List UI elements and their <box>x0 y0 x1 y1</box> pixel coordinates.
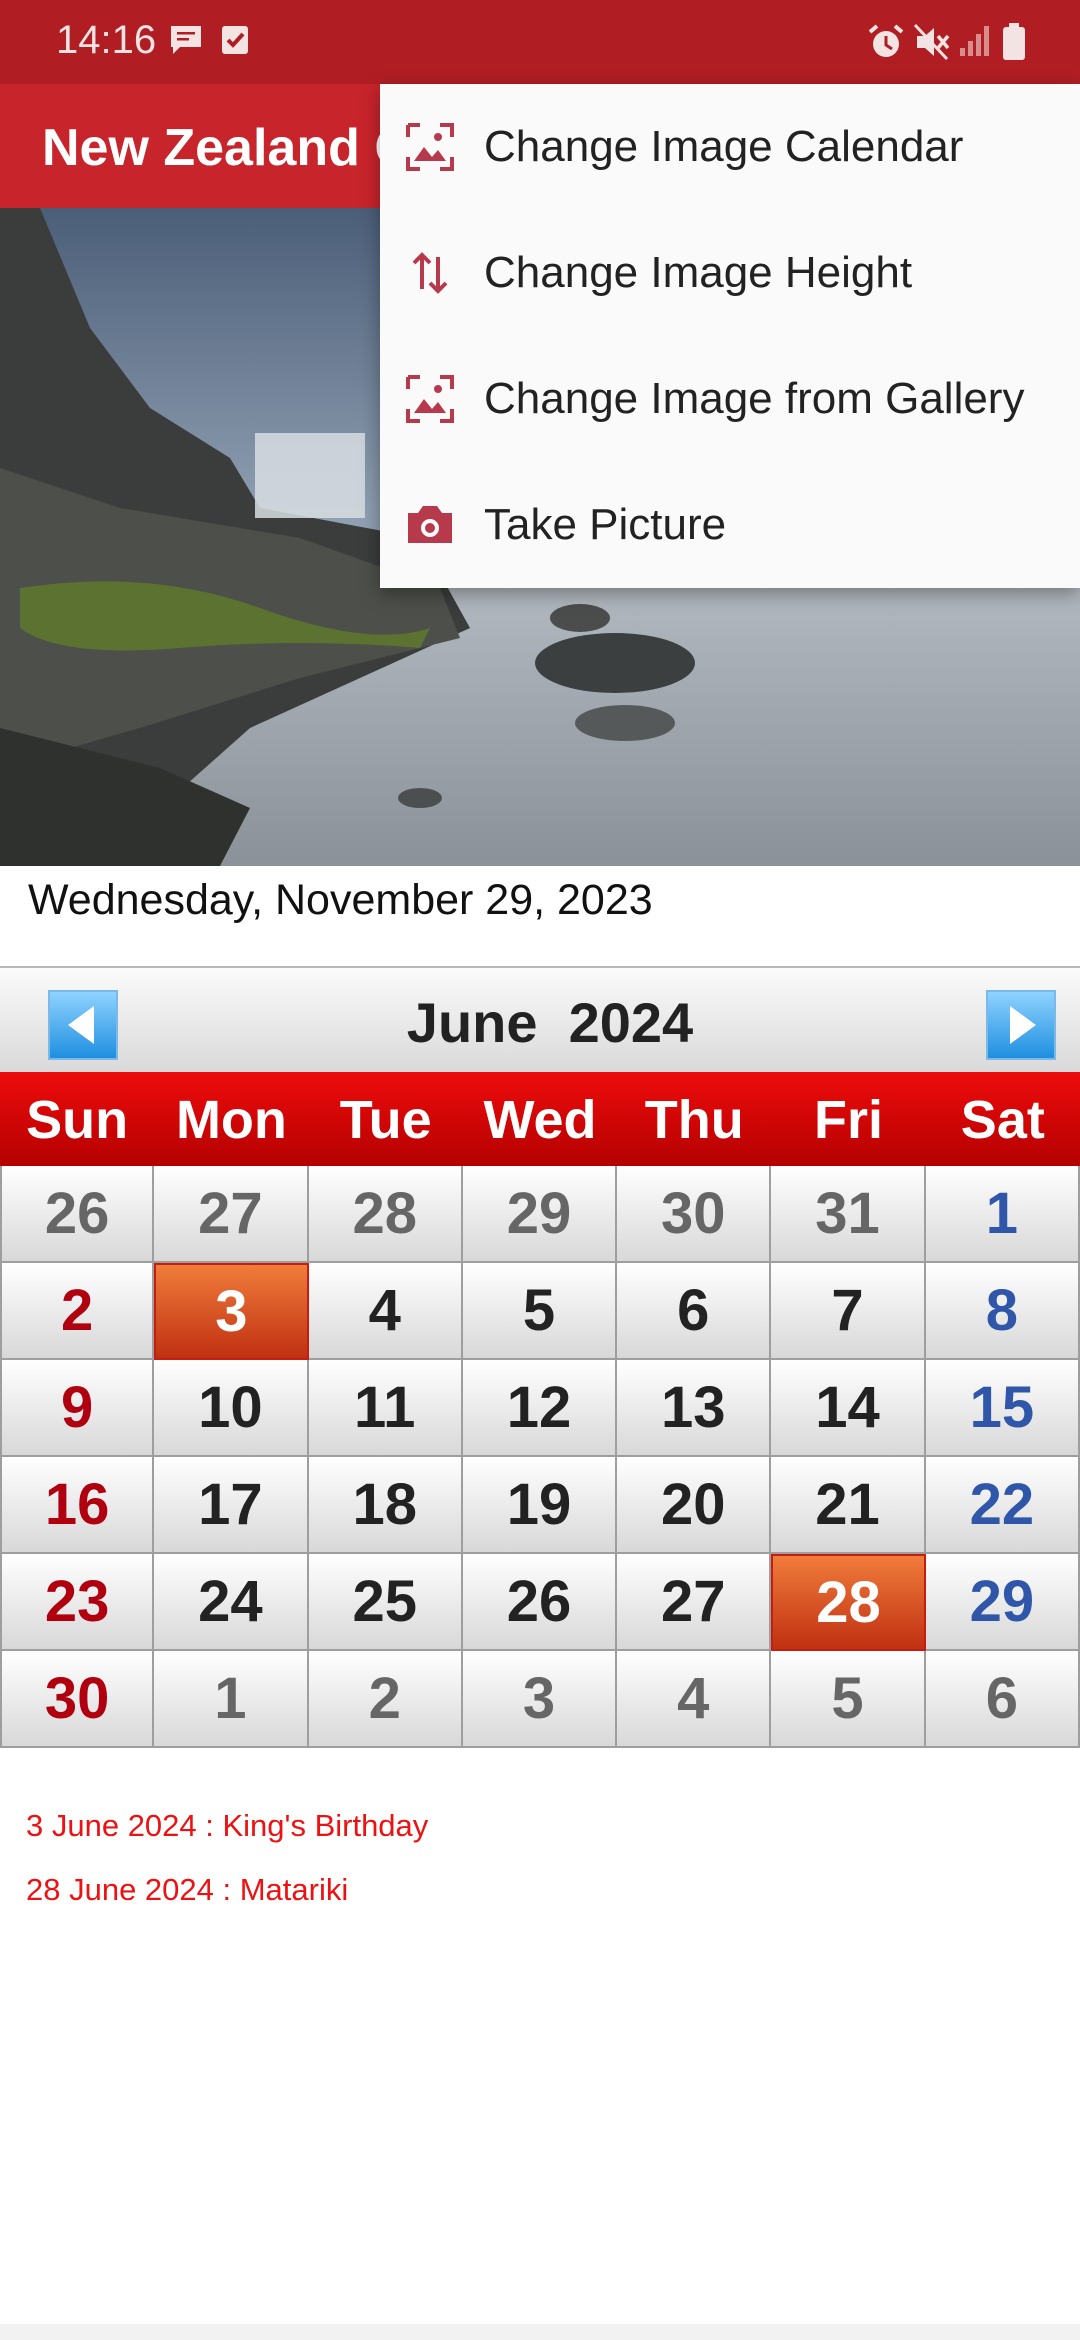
menu-item-label: Take Picture <box>484 500 727 549</box>
weekday-thu: Thu <box>644 1090 744 1150</box>
calendar-day[interactable]: 16 <box>0 1457 155 1554</box>
month-calendar: June 2024 Sun Mon Tue Wed Thu Fri Sat 26… <box>0 966 1080 1755</box>
calendar-day-holiday[interactable]: 28 <box>771 1554 926 1651</box>
calendar-day[interactable]: 21 <box>771 1457 926 1554</box>
menu-item-change-image-from-gallery[interactable]: Change Image from Gallery <box>380 336 1080 462</box>
calendar-day[interactable]: 5 <box>462 1263 618 1360</box>
overflow-menu: Change Image Calendar Change Image Heigh… <box>380 84 1080 588</box>
weekday-header-row: Sun Mon Tue Wed Thu Fri Sat <box>0 1072 1080 1168</box>
calendar-day[interactable]: 12 <box>462 1360 618 1457</box>
status-time: 14:16 <box>56 18 157 62</box>
holiday-event[interactable]: 3 June 2024 : King's Birthday <box>26 1808 428 1844</box>
calendar-day[interactable]: 6 <box>925 1651 1080 1748</box>
calendar-day[interactable]: 5 <box>771 1651 926 1748</box>
calendar-day[interactable]: 11 <box>308 1360 463 1457</box>
alarm-icon <box>868 24 904 57</box>
calendar-day[interactable]: 19 <box>462 1457 618 1554</box>
message-icon <box>171 26 201 54</box>
calendar-day[interactable]: 26 <box>0 1166 155 1263</box>
calendar-day[interactable]: 2 <box>308 1651 463 1748</box>
calendar-day[interactable]: 23 <box>0 1554 155 1651</box>
calendar-day[interactable]: 28 <box>308 1166 463 1263</box>
navigation-bar <box>0 2324 1080 2340</box>
menu-item-change-image-height[interactable]: Change Image Height <box>380 210 1080 336</box>
month-title: June 2024 <box>406 991 694 1054</box>
calendar-day[interactable]: 10 <box>154 1360 309 1457</box>
calendar-day[interactable]: 30 <box>617 1166 772 1263</box>
calendar-header: June 2024 <box>0 966 1080 1074</box>
calendar-day-holiday[interactable]: 3 <box>154 1263 309 1360</box>
calendar-day-grid: 26 27 28 29 30 31 1 2 3 4 5 6 7 8 9 10 11 12 13 14 15 16 17 18 1… <box>0 1166 1080 1748</box>
calendar-day[interactable]: 29 <box>462 1166 618 1263</box>
calendar-day[interactable]: 20 <box>617 1457 772 1554</box>
weekday-fri: Fri <box>814 1090 884 1150</box>
menu-item-label: Change Image Calendar <box>484 122 964 171</box>
calendar-day[interactable]: 26 <box>462 1554 618 1651</box>
swap-vertical-icon <box>412 252 448 294</box>
calendar-day[interactable]: 1 <box>925 1166 1080 1263</box>
calendar-day[interactable]: 24 <box>154 1554 309 1651</box>
calendar-day[interactable]: 29 <box>925 1554 1080 1651</box>
calendar-day[interactable]: 22 <box>925 1457 1080 1554</box>
weekday-sat: Sat <box>960 1090 1045 1150</box>
calendar-day[interactable]: 7 <box>771 1263 926 1360</box>
calendar-day[interactable]: 2 <box>0 1263 155 1360</box>
calendar-day[interactable]: 31 <box>771 1166 926 1263</box>
weekday-sun: Sun <box>26 1090 129 1150</box>
battery-icon <box>1003 23 1025 60</box>
checkbox-notification-icon <box>222 26 248 54</box>
calendar-day[interactable]: 13 <box>617 1360 772 1457</box>
calendar-day[interactable]: 27 <box>617 1554 772 1651</box>
status-bar: 14:16 <box>0 0 1080 84</box>
weekday-wed: Wed <box>483 1090 597 1150</box>
holiday-event[interactable]: 28 June 2024 : Matariki <box>26 1872 428 1908</box>
menu-item-take-picture[interactable]: Take Picture <box>380 462 1080 588</box>
calendar-day[interactable]: 4 <box>308 1263 463 1360</box>
camera-icon <box>408 506 452 543</box>
calendar-day[interactable]: 8 <box>925 1263 1080 1360</box>
calendar-day[interactable]: 25 <box>308 1554 463 1651</box>
calendar-day[interactable]: 15 <box>925 1360 1080 1457</box>
weekday-tue: Tue <box>339 1090 432 1150</box>
mute-icon <box>913 23 950 61</box>
image-icon <box>406 123 454 171</box>
menu-item-change-image-calendar[interactable]: Change Image Calendar <box>380 84 1080 210</box>
gallery-image-icon <box>406 375 454 423</box>
next-month-button[interactable] <box>986 990 1056 1060</box>
menu-item-label: Change Image Height <box>484 248 913 297</box>
calendar-day[interactable]: 14 <box>771 1360 926 1457</box>
calendar-day[interactable]: 4 <box>617 1651 772 1748</box>
calendar-day[interactable]: 9 <box>0 1360 155 1457</box>
calendar-day[interactable]: 30 <box>0 1651 155 1748</box>
calendar-day[interactable]: 18 <box>308 1457 463 1554</box>
holiday-list: 3 June 2024 : King's Birthday 28 June 20… <box>26 1808 428 1936</box>
calendar-day[interactable]: 17 <box>154 1457 309 1554</box>
calendar-day[interactable]: 27 <box>154 1166 309 1263</box>
signal-icon <box>960 26 989 56</box>
weekday-mon: Mon <box>175 1090 287 1150</box>
calendar-day[interactable]: 3 <box>462 1651 618 1748</box>
menu-item-label: Change Image from Gallery <box>484 374 1025 423</box>
selected-date: Wednesday, November 29, 2023 <box>28 876 653 924</box>
triangle-right-icon <box>1010 1006 1036 1044</box>
calendar-day[interactable]: 1 <box>154 1651 309 1748</box>
calendar-day[interactable]: 6 <box>617 1263 772 1360</box>
